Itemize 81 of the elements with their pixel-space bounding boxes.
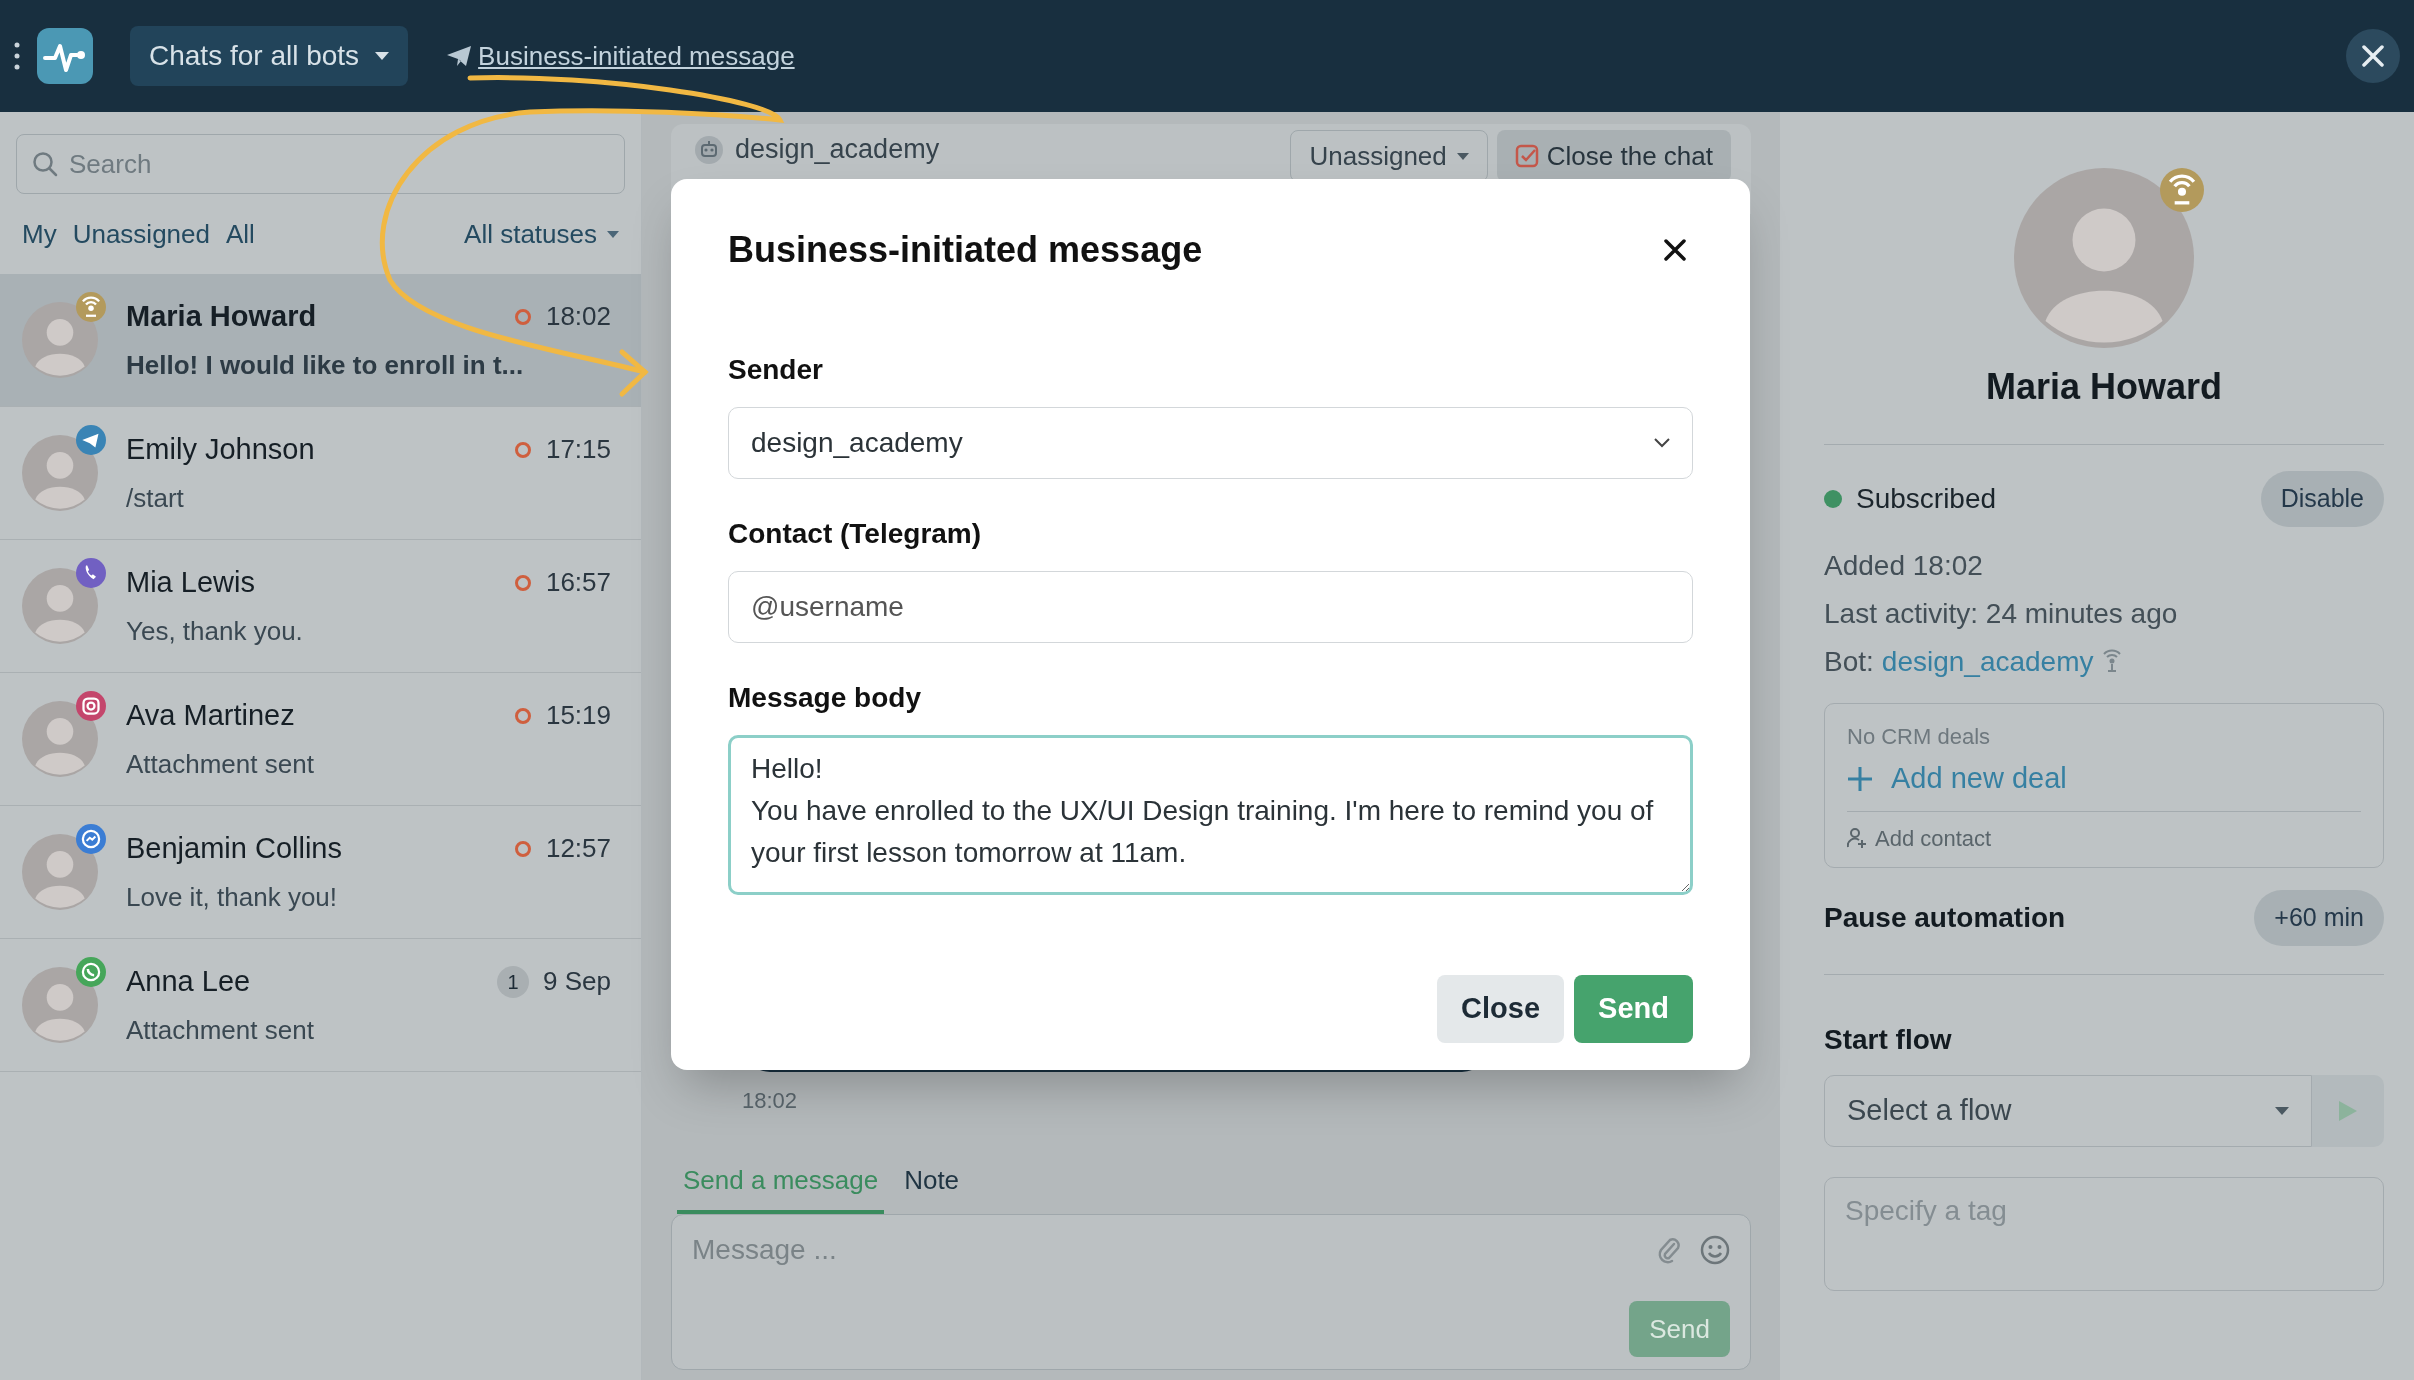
message-preview: Attachment sent [126,748,315,782]
search-field[interactable]: Search [16,134,625,194]
subscription-status: Subscribed [1856,482,1997,516]
tag-field[interactable]: Specify a tag [1824,1176,2384,1291]
close-button[interactable]: Close [1437,975,1565,1043]
menu-dots-icon[interactable] [14,42,20,70]
flow-select[interactable]: Select a flow [1824,1074,2312,1147]
pulse-logo-icon[interactable] [37,28,93,84]
start-flow-button[interactable] [2312,1074,2384,1147]
composer-tab[interactable]: Note [898,1161,966,1214]
chat-time: 18:02 [545,300,611,333]
chat-time: 15:19 [545,699,611,732]
contact-name: Emily Johnson [126,431,315,467]
field-label: Sender [728,353,824,387]
play-icon [2339,1100,2357,1121]
chat-time: 9 Sep [543,965,611,998]
send-button[interactable]: Send [1574,975,1693,1043]
caret-down-icon [607,230,619,238]
close-icon [1664,239,1686,261]
field-label: Contact (Telegram) [728,517,983,551]
start-flow-label: Start flow [1824,1022,1953,1057]
field-label: Message body [728,681,922,715]
contact-name: Benjamin Collins [126,830,342,866]
message-preview: Love it, thank you! [126,881,339,915]
emoji-icon[interactable] [1700,1235,1730,1265]
disable-button[interactable]: Disable [2260,471,2384,527]
robot-icon [695,136,723,164]
caret-down-icon [2275,1106,2289,1115]
search-icon [32,151,58,177]
bot-name: design_academy [735,133,940,166]
message-preview: /start [126,482,185,516]
signal-icon [2101,649,2122,675]
add-contact-button[interactable]: Add contact [1847,821,1992,855]
contact-field[interactable]: @username [728,571,1693,643]
pause-automation-label: Pause automation [1824,900,2066,935]
contact-name: Mia Lewis [126,564,255,600]
business-message-link[interactable]: Business-initiated message [478,36,795,76]
message-preview: Attachment sent [126,1014,315,1048]
last-activity: Last activity: 24 minutes ago [1824,597,2179,631]
message-time: 18:02 [742,1087,799,1115]
person-plus-icon [1847,827,1867,849]
signal-icon [76,292,106,322]
bot-label: Bot: [1824,645,1874,679]
plus-icon [1847,765,1873,792]
message-preview: Yes, thank you. [126,615,304,649]
chat-list-item[interactable]: Maria Howard 18:02 Hello! I would like to enroll in t... [0,274,641,407]
message-body-field[interactable]: Hello! You have enrolled to the UX/UI Design training. I'm here to remind you of your first lesson tomorrow at 11am. [728,735,1693,895]
dialog-title: Business-initiated message [728,228,1203,272]
paper-plane-icon [76,425,106,455]
chat-time: 16:57 [545,566,611,599]
close-icon [2362,45,2384,67]
close-chat-button[interactable]: Close the chat [1496,130,1731,182]
checkbox-icon [1514,144,1539,168]
phone-icon [76,558,106,588]
contact-name: Maria Howard [126,298,317,334]
caret-down-icon [1456,152,1469,160]
contact-name: Ava Martinez [126,697,295,733]
status-filter-dropdown[interactable]: All statuses [464,214,619,254]
chevron-down-icon [1654,438,1670,448]
contact-name: Maria Howard [1985,365,2223,409]
camera-icon [76,691,106,721]
pause-button[interactable]: +60 min [2254,889,2384,946]
filter-tab[interactable]: My [22,214,57,254]
signal-icon [2160,168,2204,212]
phone-bubble-icon [76,957,106,987]
filter-tab[interactable]: All [226,214,255,254]
unread-count: 1 [497,965,530,998]
chat-time: 12:57 [545,832,611,865]
sender-select[interactable]: design_academy [728,407,1693,479]
caret-down-icon [375,52,390,60]
contact-name: Anna Lee [126,963,251,999]
paper-plane-icon [446,45,473,67]
message-preview: Hello! I would like to enroll in t... [126,349,525,383]
paperclip-icon[interactable] [1656,1236,1682,1264]
bots-dropdown[interactable]: Chats for all bots [130,26,409,86]
close-button[interactable] [2346,29,2400,83]
crm-empty-text: No CRM deals [1847,723,1992,751]
filter-tab[interactable]: Unassigned [72,214,210,254]
added-time: Added 18:02 [1824,549,1984,583]
chat-time: 17:15 [545,433,611,466]
chat-bubble-icon [76,824,106,854]
